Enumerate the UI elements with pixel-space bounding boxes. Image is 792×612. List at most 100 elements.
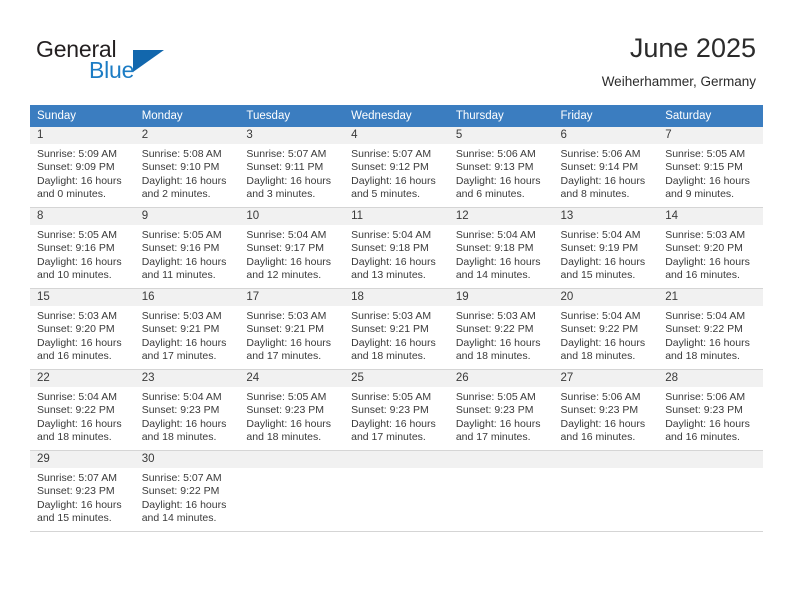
sunrise-text: Sunrise: 5:05 AM (141, 229, 222, 241)
daylight-text-line2: and 6 minutes. (455, 187, 525, 200)
day-number: 25 (344, 370, 449, 387)
calendar-day-cell[interactable]: 26 Sunrise: 5:05 AM Sunset: 9:23 PM Dayl… (448, 369, 554, 451)
sunrise-text: Sunrise: 5:03 AM (665, 229, 746, 241)
calendar-day-cell[interactable]: 11 Sunrise: 5:04 AM Sunset: 9:18 PM Dayl… (344, 207, 449, 289)
sunset-text: Sunset: 9:23 PM (246, 404, 325, 417)
daylight-text-line1: Daylight: 16 hours (665, 417, 750, 430)
calendar-day-cell[interactable]: 18 Sunrise: 5:03 AM Sunset: 9:21 PM Dayl… (344, 288, 449, 370)
sunrise-text: Sunrise: 5:04 AM (455, 229, 536, 241)
sunrise-text: Sunrise: 5:07 AM (37, 472, 117, 484)
calendar-day-cell[interactable]: 28 Sunrise: 5:06 AM Sunset: 9:23 PM Dayl… (658, 369, 763, 451)
calendar-week-row: 8 Sunrise: 5:05 AM Sunset: 9:16 PM Dayli… (30, 207, 763, 289)
daylight-text-line1: Daylight: 16 hours (351, 417, 436, 430)
sunrise-text: Sunrise: 5:07 AM (246, 148, 327, 160)
sunrise-text: Sunrise: 5:04 AM (246, 229, 327, 241)
daylight-text-line2: and 13 minutes. (351, 268, 426, 281)
calendar-day-cell[interactable]: 21 Sunrise: 5:04 AM Sunset: 9:22 PM Dayl… (658, 288, 763, 370)
calendar-day-cell[interactable]: 14 Sunrise: 5:03 AM Sunset: 9:20 PM Dayl… (658, 207, 763, 289)
sunset-text: Sunset: 9:17 PM (246, 242, 325, 255)
calendar-day-cell[interactable]: 13 Sunrise: 5:04 AM Sunset: 9:19 PM Dayl… (553, 207, 659, 289)
day-number: 24 (239, 370, 345, 387)
day-details: Sunrise: 5:09 AM Sunset: 9:09 PM Dayligh… (30, 144, 135, 201)
daylight-text-line1: Daylight: 16 hours (351, 174, 436, 187)
calendar-day-cell[interactable]: 6 Sunrise: 5:06 AM Sunset: 9:14 PM Dayli… (553, 127, 659, 208)
calendar-day-cell[interactable]: 29 Sunrise: 5:07 AM Sunset: 9:23 PM Dayl… (30, 450, 135, 532)
calendar-day-cell[interactable]: 7 Sunrise: 5:05 AM Sunset: 9:15 PM Dayli… (658, 127, 763, 208)
calendar-day-cell[interactable]: 1 Sunrise: 5:09 AM Sunset: 9:09 PM Dayli… (30, 127, 135, 208)
sunrise-text: Sunrise: 5:05 AM (665, 148, 746, 160)
daylight-text-line1: Daylight: 16 hours (141, 255, 227, 268)
daylight-text-line2: and 14 minutes. (141, 511, 217, 524)
daylight-text-line2: and 11 minutes. (141, 268, 216, 281)
sunset-text: Sunset: 9:16 PM (37, 242, 115, 255)
day-details: Sunrise: 5:05 AM Sunset: 9:16 PM Dayligh… (30, 225, 135, 282)
calendar-day-cell[interactable]: 10 Sunrise: 5:04 AM Sunset: 9:17 PM Dayl… (239, 207, 345, 289)
calendar-day-cell[interactable]: 5 Sunrise: 5:06 AM Sunset: 9:13 PM Dayli… (448, 127, 554, 208)
calendar-page: General Blue June 2025 Weiherhammer, Ger… (0, 0, 792, 612)
brand-logo[interactable]: General Blue (36, 36, 226, 88)
day-details: Sunrise: 5:05 AM Sunset: 9:23 PM Dayligh… (449, 387, 554, 444)
day-details: Sunrise: 5:06 AM Sunset: 9:14 PM Dayligh… (554, 144, 659, 201)
day-number: 5 (448, 127, 554, 144)
calendar-week-row: 1 Sunrise: 5:09 AM Sunset: 9:09 PM Dayli… (30, 127, 763, 208)
day-details: Sunrise: 5:04 AM Sunset: 9:23 PM Dayligh… (135, 387, 240, 444)
calendar-day-cell[interactable]: 17 Sunrise: 5:03 AM Sunset: 9:21 PM Dayl… (239, 288, 345, 370)
calendar-day-cell[interactable]: 12 Sunrise: 5:04 AM Sunset: 9:18 PM Dayl… (448, 207, 554, 289)
day-details: Sunrise: 5:04 AM Sunset: 9:19 PM Dayligh… (554, 225, 659, 282)
sunset-text: Sunset: 9:20 PM (37, 323, 115, 336)
calendar-day-cell[interactable]: 23 Sunrise: 5:04 AM Sunset: 9:23 PM Dayl… (134, 369, 240, 451)
calendar-day-cell[interactable]: 2 Sunrise: 5:08 AM Sunset: 9:10 PM Dayli… (134, 127, 240, 208)
sunset-text: Sunset: 9:23 PM (560, 404, 639, 417)
calendar-day-cell[interactable]: 4 Sunrise: 5:07 AM Sunset: 9:12 PM Dayli… (344, 127, 449, 208)
day-details: Sunrise: 5:06 AM Sunset: 9:23 PM Dayligh… (658, 387, 763, 444)
daylight-text-line1: Daylight: 16 hours (351, 336, 436, 349)
day-number: 1 (30, 127, 135, 144)
day-number: 18 (344, 289, 449, 306)
calendar-day-cell[interactable]: 30 Sunrise: 5:07 AM Sunset: 9:22 PM Dayl… (134, 450, 240, 532)
page-title: June 2025 (629, 33, 756, 63)
sunset-text: Sunset: 9:22 PM (665, 323, 743, 336)
calendar-day-cell[interactable]: 3 Sunrise: 5:07 AM Sunset: 9:11 PM Dayli… (239, 127, 345, 208)
daylight-text-line2: and 14 minutes. (455, 268, 531, 281)
daylight-text-line2: and 16 minutes. (665, 430, 740, 443)
sunset-text: Sunset: 9:12 PM (351, 161, 429, 174)
sunrise-text: Sunrise: 5:03 AM (246, 310, 327, 322)
sunrise-text: Sunrise: 5:04 AM (665, 310, 746, 322)
calendar-day-cell[interactable]: 24 Sunrise: 5:05 AM Sunset: 9:23 PM Dayl… (239, 369, 345, 451)
day-number: 7 (658, 127, 763, 144)
day-details: Sunrise: 5:03 AM Sunset: 9:21 PM Dayligh… (135, 306, 240, 363)
calendar-day-cell[interactable]: 9 Sunrise: 5:05 AM Sunset: 9:16 PM Dayli… (134, 207, 240, 289)
calendar-day-cell[interactable]: 15 Sunrise: 5:03 AM Sunset: 9:20 PM Dayl… (30, 288, 135, 370)
calendar-day-cell[interactable]: 8 Sunrise: 5:05 AM Sunset: 9:16 PM Dayli… (30, 207, 135, 289)
daylight-text-line1: Daylight: 16 hours (455, 255, 541, 268)
sunset-text: Sunset: 9:23 PM (37, 485, 115, 498)
daylight-text-line2: and 16 minutes. (665, 268, 740, 281)
daylight-text-line2: and 0 minutes. (37, 187, 106, 200)
calendar-day-cell[interactable]: 27 Sunrise: 5:06 AM Sunset: 9:23 PM Dayl… (553, 369, 659, 451)
weekday-header-wednesday: Wednesday (344, 105, 449, 127)
day-number (658, 451, 763, 468)
calendar-day-cell-empty (448, 450, 554, 532)
day-details: Sunrise: 5:05 AM Sunset: 9:23 PM Dayligh… (239, 387, 344, 444)
calendar-day-cell-empty (344, 450, 449, 532)
daylight-text-line2: and 17 minutes. (246, 349, 322, 362)
day-number: 16 (134, 289, 240, 306)
calendar-day-cell[interactable]: 25 Sunrise: 5:05 AM Sunset: 9:23 PM Dayl… (344, 369, 449, 451)
day-number: 27 (553, 370, 659, 387)
daylight-text-line2: and 18 minutes. (37, 430, 112, 443)
day-details: Sunrise: 5:04 AM Sunset: 9:22 PM Dayligh… (554, 306, 659, 363)
daylight-text-line1: Daylight: 16 hours (455, 336, 541, 349)
daylight-text-line1: Daylight: 16 hours (37, 174, 122, 187)
daylight-text-line2: and 18 minutes. (560, 349, 636, 362)
sunset-text: Sunset: 9:11 PM (246, 161, 324, 174)
calendar-day-cell[interactable]: 16 Sunrise: 5:03 AM Sunset: 9:21 PM Dayl… (134, 288, 240, 370)
calendar-day-cell[interactable]: 22 Sunrise: 5:04 AM Sunset: 9:22 PM Dayl… (30, 369, 135, 451)
daylight-text-line2: and 18 minutes. (351, 349, 426, 362)
sunset-text: Sunset: 9:23 PM (665, 404, 743, 417)
weekday-header-tuesday: Tuesday (239, 105, 345, 127)
weekday-header-sunday: Sunday (30, 105, 135, 127)
calendar-day-cell[interactable]: 20 Sunrise: 5:04 AM Sunset: 9:22 PM Dayl… (553, 288, 659, 370)
daylight-text-line1: Daylight: 16 hours (560, 417, 646, 430)
calendar-week-row: 22 Sunrise: 5:04 AM Sunset: 9:22 PM Dayl… (30, 369, 763, 451)
calendar-day-cell[interactable]: 19 Sunrise: 5:03 AM Sunset: 9:22 PM Dayl… (448, 288, 554, 370)
